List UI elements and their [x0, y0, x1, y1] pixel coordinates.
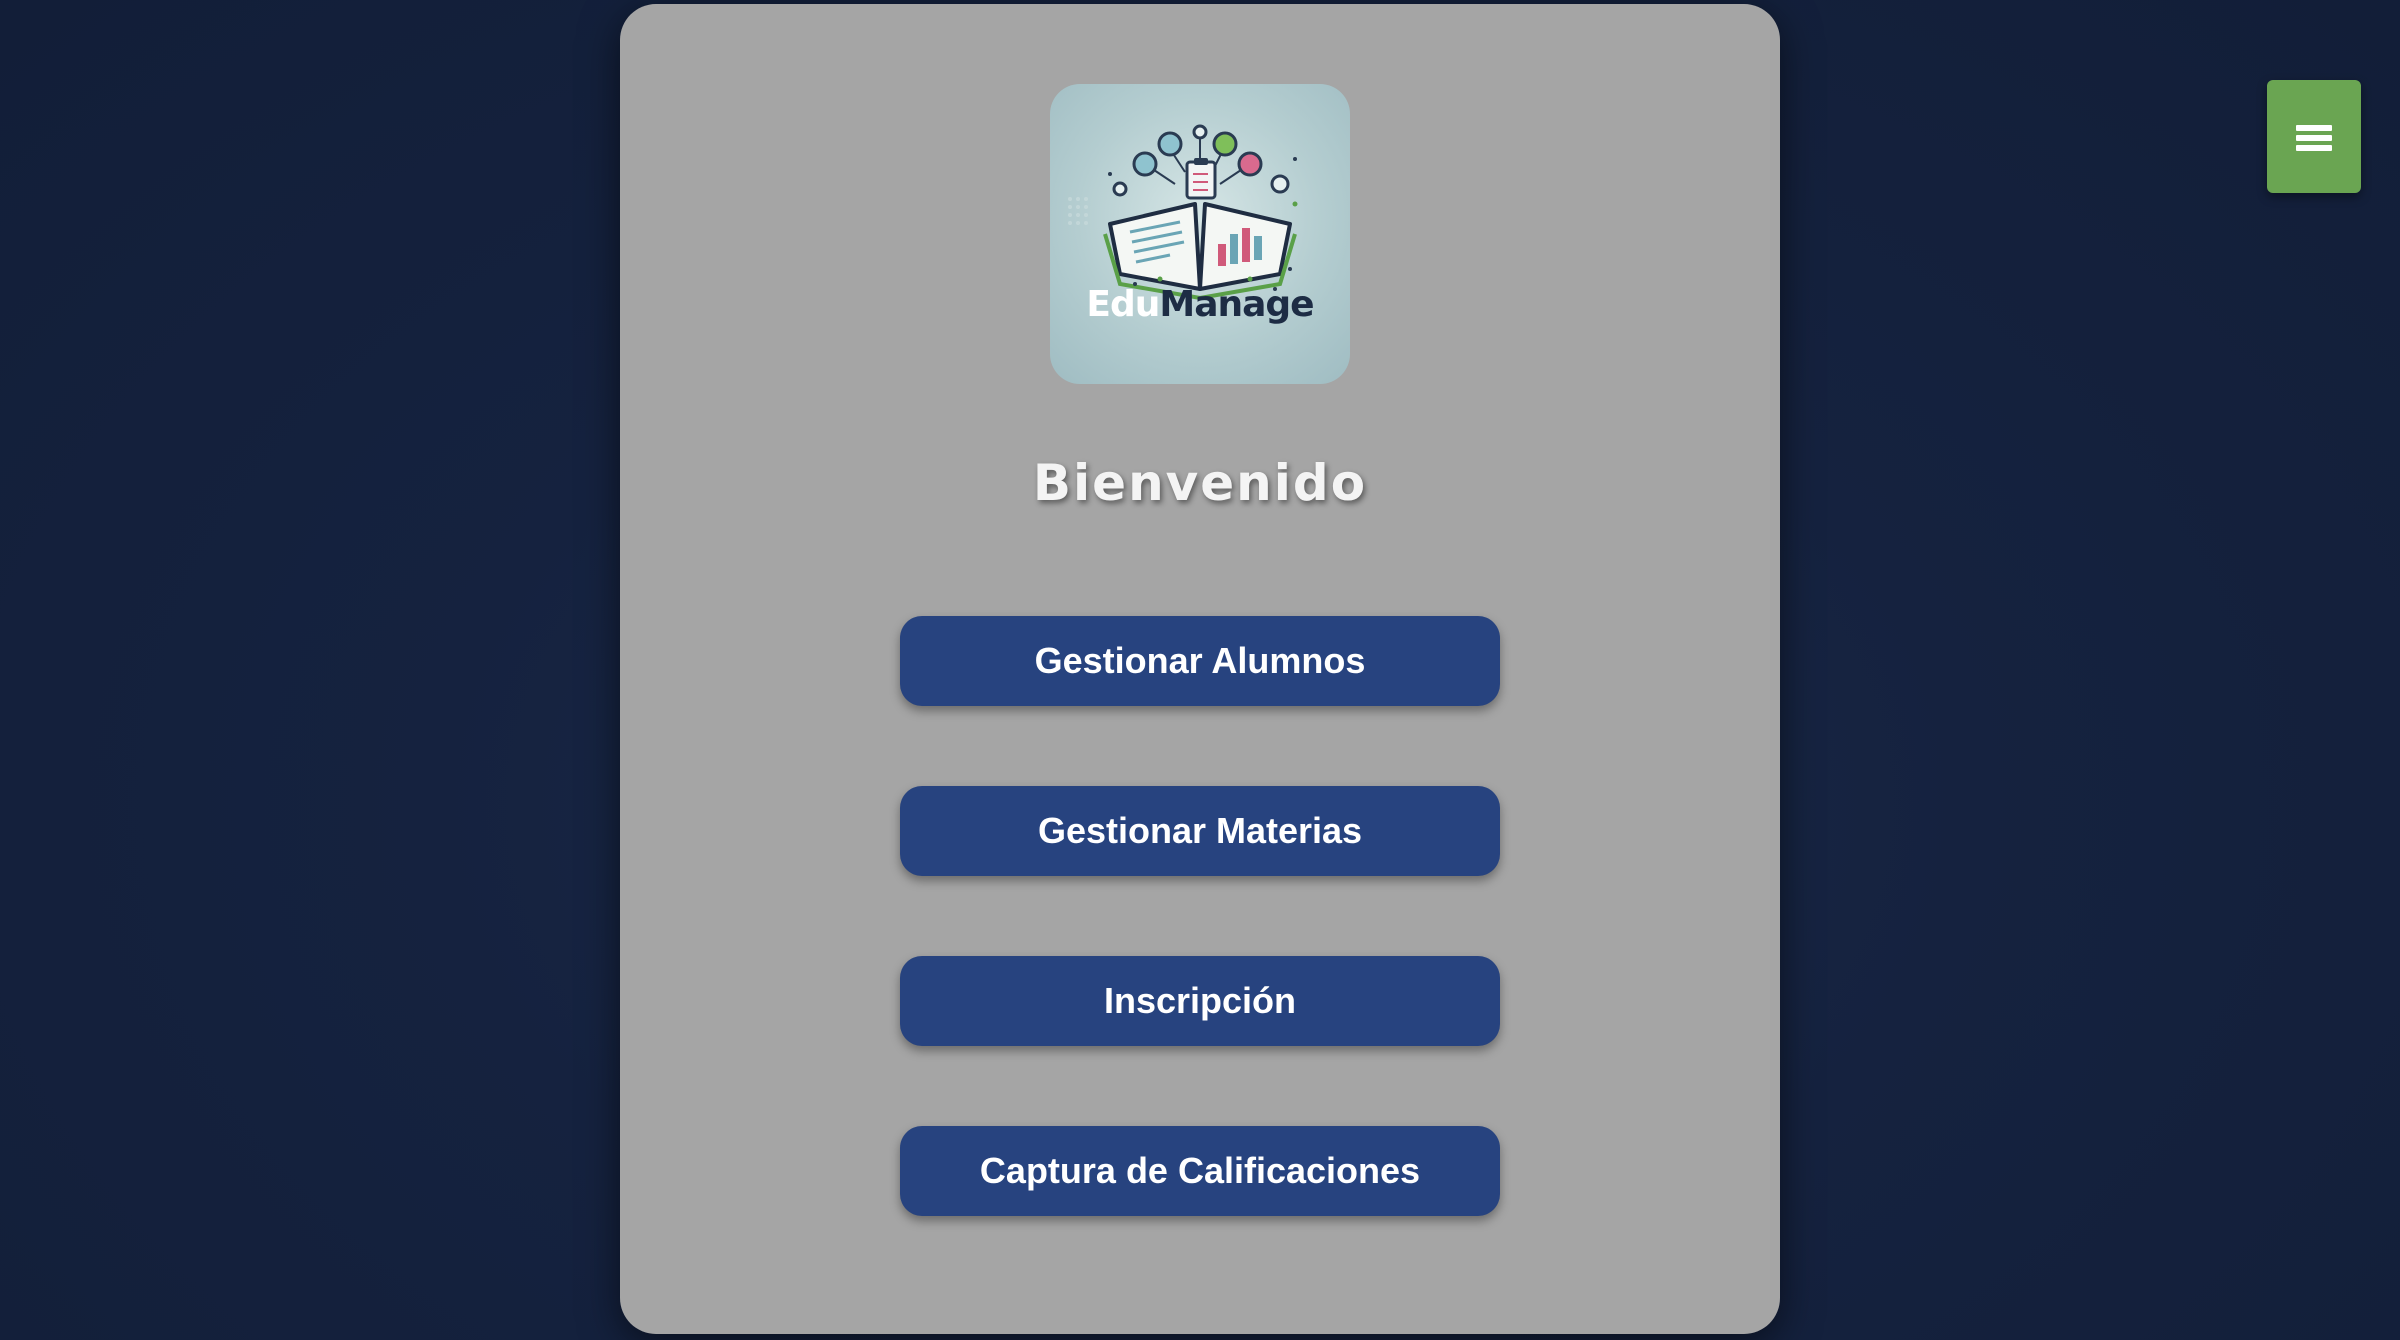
logo-brand-text: EduManage	[1050, 284, 1350, 325]
edumanage-logo: EduManage	[1050, 84, 1350, 384]
hamburger-bar	[2296, 125, 2332, 131]
manage-students-button[interactable]: Gestionar Alumnos	[900, 616, 1500, 706]
enrollment-button[interactable]: Inscripción	[900, 956, 1500, 1046]
hamburger-bar	[2296, 135, 2332, 141]
welcome-title: Bienvenido	[1032, 454, 1368, 512]
menu-toggle-button[interactable]	[2267, 80, 2361, 193]
open-book-with-charts-icon	[1068, 124, 1298, 301]
logo-brand-manage: Manage	[1159, 284, 1314, 325]
logo-brand-edu: Edu	[1086, 284, 1160, 325]
grade-capture-button[interactable]: Captura de Calificaciones	[900, 1126, 1500, 1216]
main-panel: EduManage Bienvenido Gestionar Alumnos G…	[620, 4, 1780, 1334]
manage-subjects-button[interactable]: Gestionar Materias	[900, 786, 1500, 876]
hamburger-bar	[2296, 145, 2332, 151]
